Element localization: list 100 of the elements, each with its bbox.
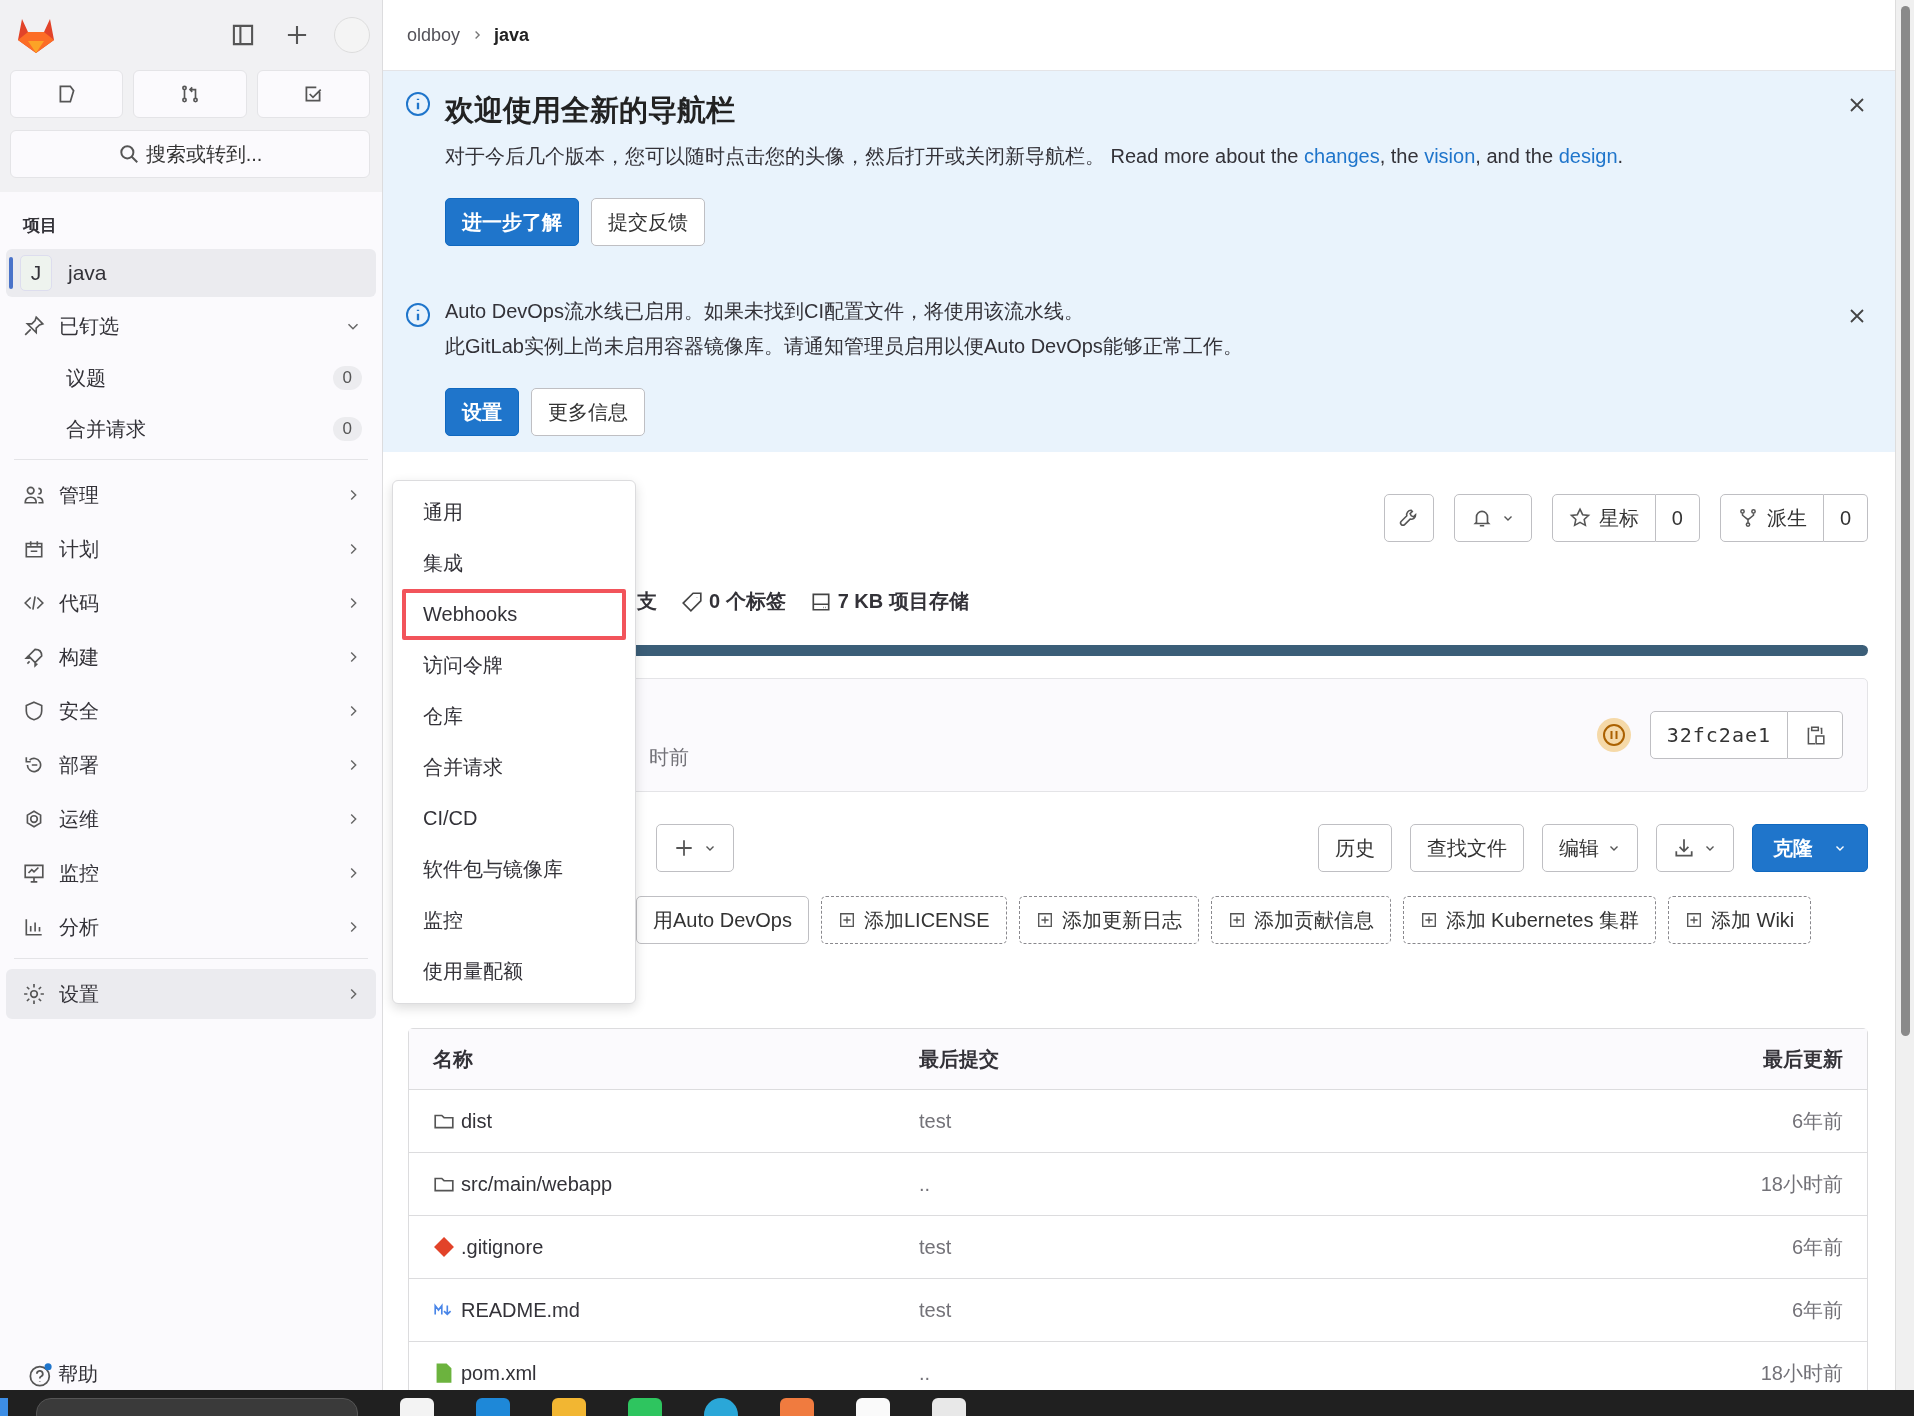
menu-item[interactable]: 集成 bbox=[402, 538, 626, 589]
menu-item[interactable]: 监控 bbox=[402, 895, 626, 946]
nav-item[interactable]: 分析 bbox=[6, 902, 376, 952]
nav-item[interactable]: 运维 bbox=[6, 794, 376, 844]
quick-action-button[interactable]: 添加 Wiki bbox=[1667, 896, 1812, 944]
info-icon bbox=[405, 302, 431, 328]
quick-action-button[interactable]: 添加LICENSE bbox=[820, 896, 1007, 944]
alert-text: Auto DevOps流水线已启用。如果未找到CI配置文件，将使用该流水线。 bbox=[445, 299, 1085, 324]
panel-icon[interactable] bbox=[230, 22, 256, 48]
column-header: 最后更新 bbox=[1763, 1046, 1843, 1072]
nav-item[interactable]: 部署 bbox=[6, 740, 376, 790]
nav-item[interactable]: 管理 bbox=[6, 470, 376, 520]
tag-count[interactable]: 0 个标签 bbox=[681, 588, 786, 615]
menu-item[interactable]: 访问令牌 bbox=[402, 640, 626, 691]
commit-sha-button[interactable]: 32fc2ae1 bbox=[1649, 711, 1788, 759]
nav-label: 已钉选 bbox=[59, 313, 120, 339]
alert-button[interactable]: 提交反馈 bbox=[591, 198, 705, 246]
menu-item[interactable]: 软件包与镜像库 bbox=[402, 844, 626, 895]
pinned-item[interactable]: 合并请求 0 bbox=[6, 405, 376, 453]
menu-item[interactable]: CI/CD bbox=[402, 793, 626, 844]
file-link[interactable]: .gitignore bbox=[461, 1235, 544, 1259]
pinned-item[interactable]: 议题 0 bbox=[6, 354, 376, 402]
menu-item[interactable]: 仓库 bbox=[402, 691, 626, 742]
download-button[interactable] bbox=[1656, 824, 1734, 872]
plus-box-icon bbox=[837, 911, 856, 929]
nav-item[interactable]: 设置 bbox=[6, 969, 376, 1019]
alert-button[interactable]: 设置 bbox=[445, 388, 519, 436]
commit-message-link[interactable]: .. bbox=[919, 1172, 1761, 1196]
search-button[interactable]: 搜索或转到... bbox=[10, 130, 370, 178]
merge-request-icon bbox=[179, 83, 201, 105]
notification-button[interactable] bbox=[1453, 494, 1532, 542]
count-badge: 0 bbox=[332, 366, 362, 390]
shield-icon bbox=[23, 700, 45, 722]
branch-count[interactable]: 支 bbox=[637, 588, 657, 615]
quick-action-button[interactable]: 添加 Kubernetes 集群 bbox=[1402, 896, 1656, 944]
star-button[interactable]: 星标 bbox=[1551, 494, 1656, 542]
diamond-icon bbox=[433, 1236, 455, 1258]
pipeline-paused-icon[interactable] bbox=[1595, 717, 1632, 753]
menu-item[interactable]: 通用 bbox=[402, 487, 626, 538]
chart-icon bbox=[23, 916, 45, 938]
project-avatar: J bbox=[20, 255, 52, 291]
nav-label: 议题 bbox=[66, 365, 107, 391]
commit-time: 时前 bbox=[649, 745, 689, 770]
text-link[interactable]: vision bbox=[1424, 145, 1476, 167]
clone-button[interactable]: 克隆 bbox=[1752, 824, 1868, 872]
info-icon bbox=[405, 91, 431, 117]
toolbar-button[interactable]: 历史 bbox=[1318, 824, 1392, 872]
file-link[interactable]: pom.xml bbox=[461, 1361, 537, 1385]
storage-size[interactable]: 7 KB 项目存储 bbox=[809, 588, 969, 615]
add-button[interactable] bbox=[656, 824, 734, 872]
file-link[interactable]: dist bbox=[461, 1109, 493, 1133]
nav-item[interactable]: 计划 bbox=[6, 524, 376, 574]
alert-text: 对于今后几个版本，您可以随时点击您的头像，然后打开或关闭新导航栏。 Read more about the changes, the vision, and the design. bbox=[445, 144, 1625, 169]
commit-message-link[interactable]: test bbox=[919, 1109, 1792, 1133]
alert-button[interactable]: 进一步了解 bbox=[445, 198, 579, 246]
scrollbar[interactable] bbox=[1895, 0, 1914, 1390]
pinned-toggle[interactable]: 已钉选 bbox=[6, 301, 376, 351]
nav-item[interactable]: 构建 bbox=[6, 632, 376, 682]
menu-item[interactable]: 合并请求 bbox=[402, 742, 626, 793]
menu-item[interactable]: Webhooks bbox=[402, 589, 626, 640]
fork-count[interactable]: 0 bbox=[1823, 494, 1868, 542]
settings-wrench-button[interactable] bbox=[1383, 494, 1434, 542]
monitor-icon bbox=[23, 862, 45, 884]
alert-button[interactable]: 更多信息 bbox=[531, 388, 645, 436]
commit-message-link[interactable]: .. bbox=[919, 1361, 1761, 1385]
nav-label: 合并请求 bbox=[66, 416, 147, 442]
alert-text: 此GitLab实例上尚未启用容器镜像库。请通知管理员启用以便Auto DevOps能够正常工作。 bbox=[445, 334, 1244, 359]
commit-message-link[interactable]: test bbox=[919, 1298, 1792, 1322]
file-link[interactable]: README.md bbox=[461, 1298, 580, 1322]
breadcrumb-link[interactable]: oldboy bbox=[407, 24, 461, 46]
nav-item[interactable]: 安全 bbox=[6, 686, 376, 736]
users-icon bbox=[23, 484, 45, 506]
todo-button[interactable] bbox=[256, 70, 370, 118]
commit-message-link[interactable]: test bbox=[919, 1235, 1792, 1259]
section-title: 项目 bbox=[21, 215, 58, 237]
settings-icon bbox=[23, 983, 45, 1005]
star-count[interactable]: 0 bbox=[1655, 494, 1700, 542]
quick-action-button[interactable]: 添加更新日志 bbox=[1018, 896, 1199, 944]
nav-item[interactable]: 代码 bbox=[6, 578, 376, 628]
fork-button[interactable]: 派生 bbox=[1719, 494, 1824, 542]
updated-time: 6年前 bbox=[1791, 1234, 1843, 1260]
plus-box-icon bbox=[1035, 911, 1054, 929]
text-link[interactable]: design bbox=[1558, 145, 1618, 167]
download-icon bbox=[1673, 837, 1695, 859]
calendar-icon bbox=[23, 538, 45, 560]
updated-time: 6年前 bbox=[1791, 1297, 1843, 1323]
breadcrumb-link[interactable]: java bbox=[494, 24, 530, 46]
nav-item[interactable]: 监控 bbox=[6, 848, 376, 898]
pin-icon bbox=[23, 315, 45, 337]
dropdown-button[interactable]: 编辑 bbox=[1542, 824, 1638, 872]
toolbar-button[interactable]: 查找文件 bbox=[1410, 824, 1524, 872]
text-link[interactable]: changes bbox=[1304, 145, 1380, 167]
column-header: 名称 bbox=[433, 1046, 474, 1072]
file-link[interactable]: src/main/webapp bbox=[461, 1172, 613, 1196]
quick-action-button[interactable]: 添加贡献信息 bbox=[1210, 896, 1391, 944]
help-link[interactable]: 帮助 bbox=[6, 1361, 376, 1388]
quick-action-button[interactable]: 用Auto DevOps bbox=[636, 896, 809, 944]
copy-button[interactable] bbox=[1788, 711, 1843, 759]
menu-item[interactable]: 使用量配额 bbox=[402, 946, 626, 997]
project-item[interactable]: J java bbox=[6, 249, 376, 297]
